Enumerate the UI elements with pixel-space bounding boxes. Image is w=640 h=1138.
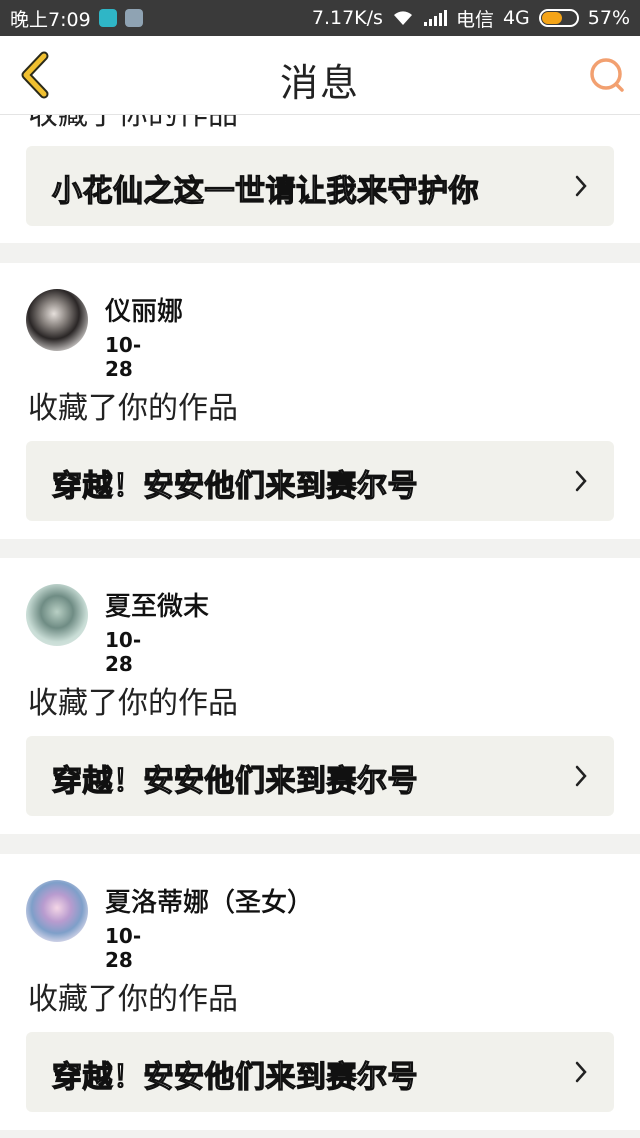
page-title: 消息	[279, 61, 360, 105]
user-name[interactable]: 夏至微末	[105, 586, 210, 623]
carrier-label: 电信	[455, 8, 494, 31]
avatar[interactable]	[26, 880, 88, 942]
message-card: 夏至微末 10-28 收藏了你的作品 穿越！安安他们来到赛尔号	[0, 558, 640, 834]
avatar[interactable]	[26, 584, 88, 646]
wifi-icon	[393, 11, 412, 25]
status-time: 晚上7:09	[10, 8, 91, 31]
message-action: 收藏了你的作品	[28, 115, 238, 133]
work-link[interactable]: 穿越！安安他们来到赛尔号	[26, 736, 614, 816]
battery-icon	[538, 9, 579, 27]
work-link[interactable]: 小花仙之这一世请让我来守护你	[26, 146, 614, 226]
message-action: 收藏了你的作品	[28, 982, 238, 1017]
avatar[interactable]	[26, 289, 88, 351]
chevron-right-icon	[575, 765, 587, 787]
work-link[interactable]: 穿越！安安他们来到赛尔号	[26, 441, 614, 521]
work-title: 穿越！安安他们来到赛尔号	[51, 1059, 418, 1095]
message-list[interactable]: 收藏了你的作品 小花仙之这一世请让我来守护你 仪丽娜 10-28 收藏了你的作品…	[0, 115, 640, 1138]
user-name[interactable]: 夏洛蒂娜（圣女）	[105, 882, 314, 919]
work-title: 小花仙之这一世请让我来守护你	[51, 173, 479, 209]
message-date: 10-28	[105, 628, 142, 676]
battery-percent: 57%	[587, 7, 630, 29]
user-info[interactable]: 仪丽娜 10-28	[26, 289, 183, 381]
chevron-right-icon	[575, 1061, 587, 1083]
search-icon[interactable]	[588, 56, 626, 94]
signal-icon	[423, 10, 447, 26]
status-bar: 晚上7:09 7.17K/s 电信 4G 57%	[0, 0, 640, 36]
message-card: 仪丽娜 10-28 收藏了你的作品 穿越！安安他们来到赛尔号	[0, 263, 640, 539]
work-title: 穿越！安安他们来到赛尔号	[51, 763, 418, 799]
message-card: 收藏了你的作品 小花仙之这一世请让我来守护你	[0, 115, 640, 243]
message-action: 收藏了你的作品	[28, 686, 238, 721]
message-date: 10-28	[105, 924, 142, 972]
chevron-right-icon	[575, 175, 587, 197]
chevron-right-icon	[575, 470, 587, 492]
user-info[interactable]: 夏洛蒂娜（圣女） 10-28	[26, 880, 313, 972]
user-info[interactable]: 夏至微末 10-28	[26, 584, 209, 676]
work-link[interactable]: 穿越！安安他们来到赛尔号	[26, 1032, 614, 1112]
network-speed: 7.17K/s	[311, 7, 383, 29]
battery-level	[541, 12, 563, 24]
message-action: 收藏了你的作品	[28, 391, 238, 426]
user-name[interactable]: 仪丽娜	[105, 291, 184, 328]
work-title: 穿越！安安他们来到赛尔号	[51, 468, 418, 504]
shield-app-icon	[98, 9, 117, 27]
message-date: 10-28	[105, 333, 142, 381]
top-nav-bar: 消息	[0, 36, 640, 115]
network-type: 4G	[502, 7, 530, 29]
note-app-icon	[124, 9, 143, 27]
message-card: 夏洛蒂娜（圣女） 10-28 收藏了你的作品 穿越！安安他们来到赛尔号	[0, 854, 640, 1130]
